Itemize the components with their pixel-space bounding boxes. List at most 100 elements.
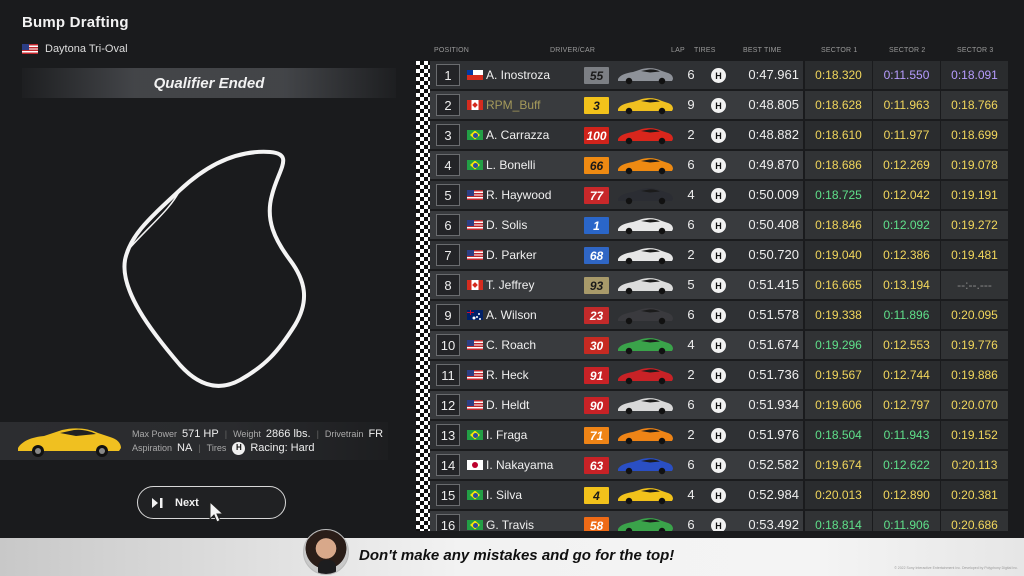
position-box: 4 [436, 154, 460, 176]
event-header: Bump Drafting Daytona Tri-Oval [22, 14, 129, 55]
row-main: 10 C. Roach 30 4 H 0:51.674 [430, 331, 803, 359]
next-button-label: Next [175, 496, 199, 509]
position-box: 2 [436, 94, 460, 116]
best-time: 0:50.009 [748, 187, 799, 202]
sector2-time: 0:11.963 [873, 91, 940, 119]
us-flag-icon [467, 250, 483, 260]
table-row: 11 R. Heck 91 2 H 0:51.736 0:19.567 0:12.744 0:1… [430, 361, 1008, 391]
tire-compound-icon: H [711, 98, 726, 113]
sector3-time: 0:20.095 [941, 301, 1008, 329]
sector2-time: 0:12.553 [873, 331, 940, 359]
br-flag-icon [467, 490, 483, 500]
sector3-time: --:--.--- [941, 271, 1008, 299]
sector2-time: 0:12.042 [873, 181, 940, 209]
col-tires: TIRES [694, 47, 716, 54]
br-flag-icon [467, 430, 483, 440]
best-time: 0:51.934 [748, 397, 799, 412]
driver-name: R. Heck [486, 368, 529, 382]
position-box: 16 [436, 514, 460, 531]
position-box: 7 [436, 244, 460, 266]
col-position: POSITION [434, 47, 470, 54]
car-icon [618, 338, 673, 355]
max-power-label: Max Power [132, 429, 178, 439]
ca-flag-icon [467, 280, 483, 290]
row-main: 16 G. Travis 58 6 H 0:53.492 [430, 511, 803, 531]
car-icon [618, 218, 673, 235]
car-number-badge: 66 [584, 157, 609, 174]
track-map [122, 149, 307, 388]
best-time: 0:52.582 [748, 457, 799, 472]
driver-name: I. Nakayama [486, 458, 554, 472]
sector3-time: 0:20.686 [941, 511, 1008, 531]
best-time: 0:52.984 [748, 487, 799, 502]
driver-name: I. Fraga [486, 428, 528, 442]
cursor-icon [209, 501, 225, 523]
sector1-time: 0:18.814 [805, 511, 872, 531]
best-time: 0:48.805 [748, 97, 799, 112]
position-box: 15 [436, 484, 460, 506]
driver-name: L. Bonelli [486, 158, 536, 172]
row-main: 11 R. Heck 91 2 H 0:51.736 [430, 361, 803, 389]
sector2-time: 0:12.092 [873, 211, 940, 239]
max-power-value: 571 HP [182, 428, 219, 440]
lap-count: 6 [687, 397, 695, 412]
br-flag-icon [467, 130, 483, 140]
row-main: 14 I. Nakayama 63 6 H 0:52.582 [430, 451, 803, 479]
us-flag-icon [22, 44, 38, 54]
best-time: 0:51.736 [748, 367, 799, 382]
results-table: POSITION DRIVER/CAR LAP TIRES BEST TIME … [416, 44, 1008, 531]
sector3-time: 0:18.699 [941, 121, 1008, 149]
play-pause-icon [152, 497, 163, 508]
sector2-time: 0:11.906 [873, 511, 940, 531]
car-icon [618, 458, 673, 475]
sector2-time: 0:12.622 [873, 451, 940, 479]
driver-name: D. Parker [486, 248, 537, 262]
position-box: 14 [436, 454, 460, 476]
tire-compound-icon: H [232, 441, 246, 455]
tire-compound-icon: H [711, 278, 726, 293]
car-icon [618, 278, 673, 295]
driver-name: R. Haywood [486, 188, 552, 202]
weight-value: 2866 lbs. [265, 428, 311, 440]
tire-compound-icon: H [711, 338, 726, 353]
us-flag-icon [467, 400, 483, 410]
car-icon [618, 398, 673, 415]
position-box: 13 [436, 424, 460, 446]
sector2-time: 0:12.890 [873, 481, 940, 509]
car-number-badge: 30 [584, 337, 609, 354]
track-line: Daytona Tri-Oval [22, 43, 129, 55]
car-icon [618, 68, 673, 85]
track-outline [122, 149, 307, 388]
au-flag-icon [467, 310, 483, 320]
position-box: 3 [436, 124, 460, 146]
sector1-time: 0:18.504 [805, 421, 872, 449]
table-row: 7 D. Parker 68 2 H 0:50.720 0:19.040 0:12.386 0:… [430, 241, 1008, 271]
cl-flag-icon [467, 70, 483, 80]
car-number-badge: 100 [584, 127, 609, 144]
col-driver-car: DRIVER/CAR [550, 47, 596, 54]
position-box: 10 [436, 334, 460, 356]
event-title: Bump Drafting [22, 14, 129, 31]
car-number-badge: 68 [584, 247, 609, 264]
us-flag-icon [467, 220, 483, 230]
car-icon [618, 128, 673, 145]
player-car-image [18, 428, 121, 457]
sector1-time: 0:19.296 [805, 331, 872, 359]
best-time: 0:51.415 [748, 277, 799, 292]
us-flag-icon [467, 190, 483, 200]
checkered-flag-strip [416, 61, 430, 531]
sector2-time: 0:11.943 [873, 421, 940, 449]
driver-name: C. Roach [486, 338, 537, 352]
car-icon [618, 488, 673, 505]
best-time: 0:53.492 [748, 517, 799, 531]
driver-name: A. Inostroza [486, 68, 551, 82]
sector1-time: 0:18.846 [805, 211, 872, 239]
table-row: 16 G. Travis 58 6 H 0:53.492 0:18.814 0:11.906 0… [430, 511, 1008, 531]
lap-count: 4 [687, 337, 695, 352]
car-number-badge: 23 [584, 307, 609, 324]
tire-compound-icon: H [711, 248, 726, 263]
car-icon [618, 368, 673, 385]
row-main: 5 R. Haywood 77 4 H 0:50.009 [430, 181, 803, 209]
lap-count: 2 [687, 247, 695, 262]
track-name: Daytona Tri-Oval [45, 43, 128, 55]
